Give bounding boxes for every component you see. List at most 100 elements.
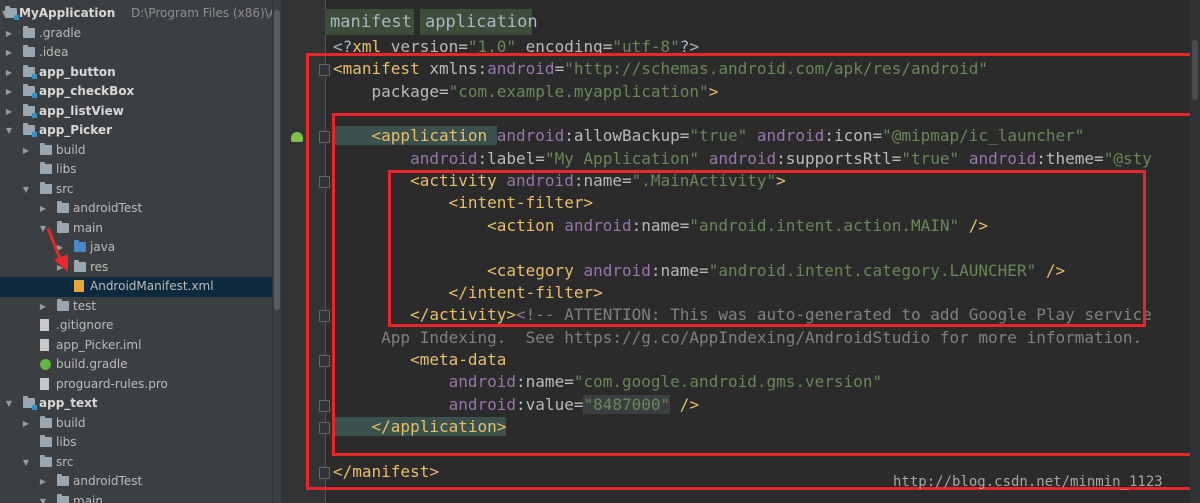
chevron-right-icon[interactable]: ▶ — [4, 24, 14, 44]
code-line[interactable]: <?xml version="1.0" encoding="utf-8"?> — [333, 36, 699, 58]
code-line[interactable]: <action android:name="android.intent.act… — [333, 215, 988, 237]
tree-item[interactable]: ▶ test — [0, 297, 272, 317]
code-line[interactable]: android:name="com.google.android.gms.ver… — [333, 371, 882, 393]
code-area[interactable]: <?xml version="1.0" encoding="utf-8"?> <m… — [281, 0, 1200, 503]
tree-item-label: proguard-rules.pro — [56, 376, 168, 391]
project-tree-scrollbar[interactable] — [272, 0, 281, 503]
tree-item[interactable]: ▼ src — [0, 453, 272, 473]
chevron-right-icon[interactable]: ▶ — [38, 199, 48, 219]
code-token: android — [487, 59, 555, 79]
code-line[interactable]: package="com.example.myapplication"> — [333, 81, 719, 103]
tree-item-label: build.gradle — [56, 357, 128, 371]
code-line[interactable]: <application android:allowBackup="true" … — [333, 125, 1084, 147]
code-token: package= — [333, 81, 449, 101]
tree-item[interactable]: ▶ androidTest — [0, 199, 272, 219]
tree-item[interactable]: ▼ app_text — [0, 394, 272, 414]
tree-item-label: androidTest — [73, 474, 143, 488]
code-token: android — [564, 215, 632, 235]
tree-item[interactable]: build.gradle — [0, 355, 272, 375]
code-token: </manifest> — [333, 461, 439, 481]
chevron-down-icon[interactable]: ▼ — [4, 394, 14, 414]
tree-item[interactable]: ▶ java — [0, 238, 272, 258]
chevron-right-icon[interactable]: ▶ — [21, 141, 31, 161]
code-line[interactable]: </activity><!-- ATTENTION: This was auto… — [333, 304, 1152, 326]
chevron-down-icon[interactable]: ▼ — [38, 492, 48, 503]
code-token: <meta-data — [333, 349, 507, 369]
file-icon — [40, 338, 49, 351]
tree-item[interactable]: .gitignore — [0, 316, 272, 336]
code-token: :label= — [477, 148, 545, 168]
code-line[interactable]: <manifest xmlns:android="http://schemas.… — [333, 58, 988, 80]
code-line[interactable]: <intent-filter> — [333, 192, 594, 214]
code-token: </activity> — [333, 305, 517, 325]
code-line[interactable]: <activity android:name=".MainActivity"> — [333, 170, 786, 192]
code-token: android — [583, 260, 651, 280]
chevron-right-icon[interactable]: ▶ — [38, 297, 48, 317]
code-token: <intent-filter> — [333, 193, 594, 213]
tree-item[interactable]: ▶ androidTest — [0, 472, 272, 492]
chevron-down-icon[interactable]: ▼ — [4, 121, 14, 141]
tree-item[interactable]: ▼ main — [0, 219, 272, 239]
module-folder-icon — [23, 103, 37, 118]
code-token: "true" — [901, 148, 960, 168]
chevron-right-icon[interactable]: ▶ — [4, 63, 14, 83]
scrollbar-thumb[interactable] — [1192, 40, 1198, 100]
folder-icon — [23, 25, 35, 38]
tree-item[interactable]: ▼ src — [0, 180, 272, 200]
code-token: xmlns: — [429, 59, 488, 79]
chevron-right-icon[interactable]: ▶ — [4, 102, 14, 122]
code-line[interactable]: <category android:name="android.intent.c… — [333, 260, 1065, 282]
tree-item[interactable]: libs — [0, 160, 272, 180]
code-token: "@sty — [1103, 148, 1152, 168]
code-token: App Indexing. See https://g.co/AppIndexi… — [333, 327, 1143, 347]
folder-icon — [40, 454, 52, 467]
module-folder-icon — [23, 64, 37, 79]
tree-item[interactable]: ▼ main — [0, 492, 272, 503]
tree-item-label: src — [56, 181, 74, 196]
tree-item[interactable]: ▶ app_listView — [0, 102, 272, 122]
tree-item[interactable]: AndroidManifest.xml — [0, 277, 272, 297]
code-token: </intent-filter> — [333, 282, 603, 302]
code-line[interactable]: </intent-filter> — [333, 282, 603, 304]
tree-item-label: main — [73, 493, 103, 503]
tree-item[interactable]: ▶ build — [0, 414, 272, 434]
tree-item[interactable]: app_Picker.iml — [0, 336, 272, 356]
file-icon — [40, 319, 49, 331]
tree-item[interactable]: ▼ app_Picker — [0, 121, 272, 141]
code-token: version= — [390, 37, 468, 56]
code-token: :name= — [650, 260, 709, 280]
scrollbar-thumb[interactable] — [274, 10, 280, 310]
tree-item[interactable]: ▶ app_button — [0, 63, 272, 83]
code-line[interactable]: android:label="My Application" android:s… — [333, 148, 1152, 170]
folder-icon — [40, 415, 52, 428]
chevron-right-icon[interactable]: ▶ — [21, 414, 31, 434]
tree-item-label: build — [56, 415, 86, 430]
code-line[interactable]: <meta-data — [333, 349, 506, 371]
file-icon — [40, 377, 49, 390]
chevron-right-icon[interactable]: ▶ — [4, 82, 14, 102]
editor-scrollbar[interactable] — [1190, 0, 1200, 503]
code-token: "My Application" — [544, 148, 700, 168]
tree-item[interactable]: ▶ .gradle — [0, 24, 272, 44]
tree-item[interactable]: libs — [0, 433, 272, 453]
chevron-right-icon[interactable]: ▶ — [4, 43, 14, 63]
code-line[interactable]: </manifest> — [333, 461, 439, 483]
tree-item[interactable]: ▼MyApplicationD:\Program Files (x86)\And… — [0, 4, 272, 24]
tree-item[interactable]: ▶ app_checkBox — [0, 82, 272, 102]
tree-item[interactable]: ▶ build — [0, 141, 272, 161]
tree-item-label: .idea — [39, 45, 69, 59]
tree-item[interactable]: proguard-rules.pro — [0, 375, 272, 395]
code-line[interactable]: App Indexing. See https://g.co/AppIndexi… — [333, 327, 1142, 349]
chevron-down-icon[interactable]: ▼ — [21, 453, 31, 473]
tree-item[interactable]: ▶ .idea — [0, 43, 272, 63]
tree-item[interactable]: ▶ res — [0, 258, 272, 278]
chevron-right-icon[interactable]: ▶ — [38, 472, 48, 492]
module-folder-icon — [23, 123, 37, 137]
tree-item-label: app_Picker — [39, 123, 113, 137]
code-line[interactable]: android:value="8487000" /> — [333, 394, 699, 416]
code-editor[interactable]: manifest application <?xml version="1.0"… — [281, 0, 1200, 503]
folder-icon — [74, 259, 86, 272]
chevron-down-icon[interactable]: ▼ — [21, 180, 31, 200]
code-line[interactable]: </application> — [333, 416, 507, 438]
